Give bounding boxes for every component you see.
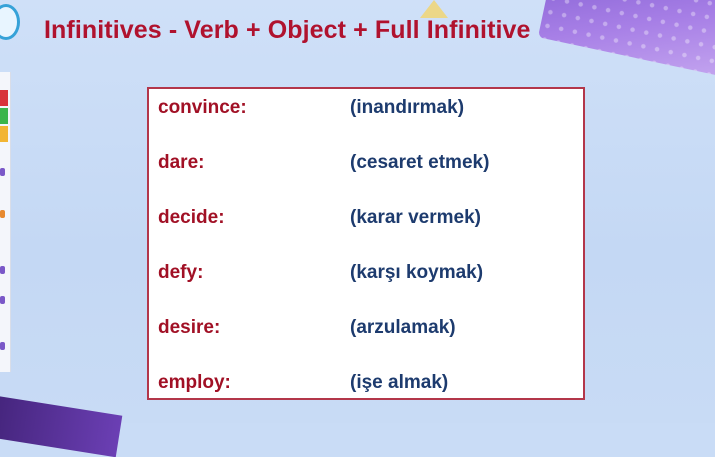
tool-icon[interactable] bbox=[0, 342, 5, 350]
vocab-term: decide: bbox=[158, 207, 225, 228]
vocab-row: employ: (işe almak) bbox=[149, 372, 583, 402]
vocab-term: employ: bbox=[158, 372, 231, 393]
vocab-row: desire: (arzulamak) bbox=[149, 317, 583, 347]
vocab-term: dare: bbox=[158, 152, 205, 173]
tool-icon[interactable] bbox=[0, 210, 5, 218]
vocabulary-table: convince: (inandırmak) dare: (cesaret et… bbox=[147, 87, 585, 400]
vocab-meaning: (işe almak) bbox=[350, 372, 449, 393]
side-toolbar bbox=[0, 72, 11, 372]
vocab-term: convince: bbox=[158, 97, 247, 118]
vocab-row: defy: (karşı koymak) bbox=[149, 262, 583, 292]
page-title: Infinitives - Verb + Object + Full Infin… bbox=[44, 16, 531, 44]
tool-icon[interactable] bbox=[0, 168, 5, 176]
vocab-meaning: (karar vermek) bbox=[350, 207, 481, 228]
red-swatch-icon[interactable] bbox=[0, 90, 8, 106]
vocab-row: decide: (karar vermek) bbox=[149, 207, 583, 237]
yellow-swatch-icon[interactable] bbox=[0, 126, 8, 142]
vocab-row: convince: (inandırmak) bbox=[149, 97, 583, 127]
vocab-meaning: (karşı koymak) bbox=[350, 262, 484, 283]
vocab-term: desire: bbox=[158, 317, 221, 338]
tool-icon[interactable] bbox=[0, 266, 5, 274]
vocab-meaning: (inandırmak) bbox=[350, 97, 465, 118]
tool-icon[interactable] bbox=[0, 296, 5, 304]
green-swatch-icon[interactable] bbox=[0, 108, 8, 124]
vocab-meaning: (arzulamak) bbox=[350, 317, 456, 338]
vocab-term: defy: bbox=[158, 262, 204, 283]
vocab-row: dare: (cesaret etmek) bbox=[149, 152, 583, 182]
vocab-meaning: (cesaret etmek) bbox=[350, 152, 490, 173]
